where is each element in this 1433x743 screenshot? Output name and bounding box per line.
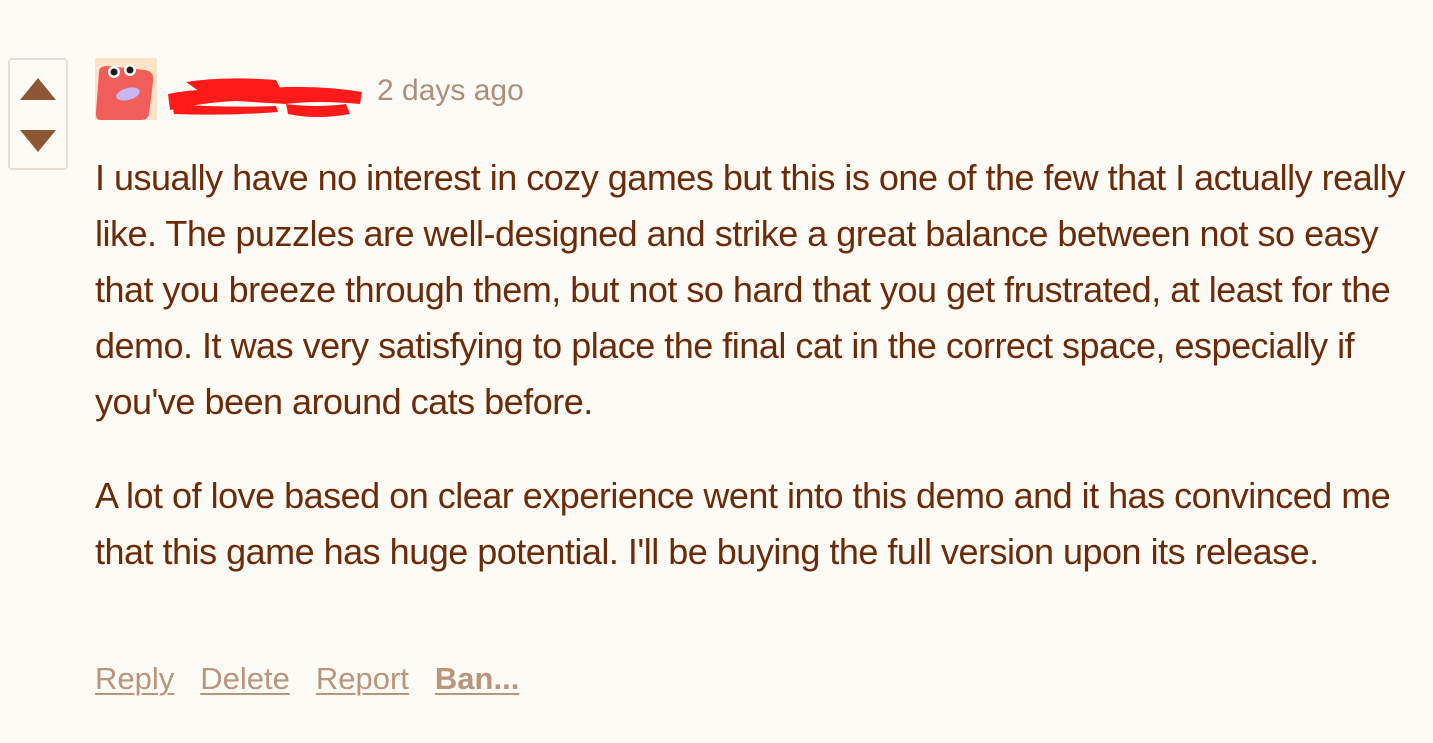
- report-link[interactable]: Report: [316, 658, 409, 700]
- reply-link[interactable]: Reply: [95, 658, 174, 700]
- ban-link[interactable]: Ban...: [435, 658, 519, 700]
- comment-actions: Reply Delete Report Ban...: [95, 658, 519, 700]
- creature-avatar-icon: [95, 58, 157, 120]
- avatar[interactable]: [95, 58, 157, 120]
- downvote-arrow-icon: [20, 130, 56, 152]
- upvote-button[interactable]: [10, 64, 66, 114]
- comment-body: I usually have no interest in cozy games…: [95, 150, 1415, 618]
- comment-container: 2 days ago I usually have no interest in…: [0, 0, 1433, 743]
- vote-controls: [8, 58, 68, 170]
- comment-timestamp[interactable]: 2 days ago: [377, 72, 524, 110]
- upvote-arrow-icon: [20, 78, 56, 100]
- comment-paragraph: I usually have no interest in cozy games…: [95, 157, 1405, 422]
- comment-paragraph: A lot of love based on clear experience …: [95, 475, 1391, 572]
- redacted-username[interactable]: [166, 74, 364, 120]
- downvote-button[interactable]: [10, 116, 66, 166]
- delete-link[interactable]: Delete: [200, 658, 290, 700]
